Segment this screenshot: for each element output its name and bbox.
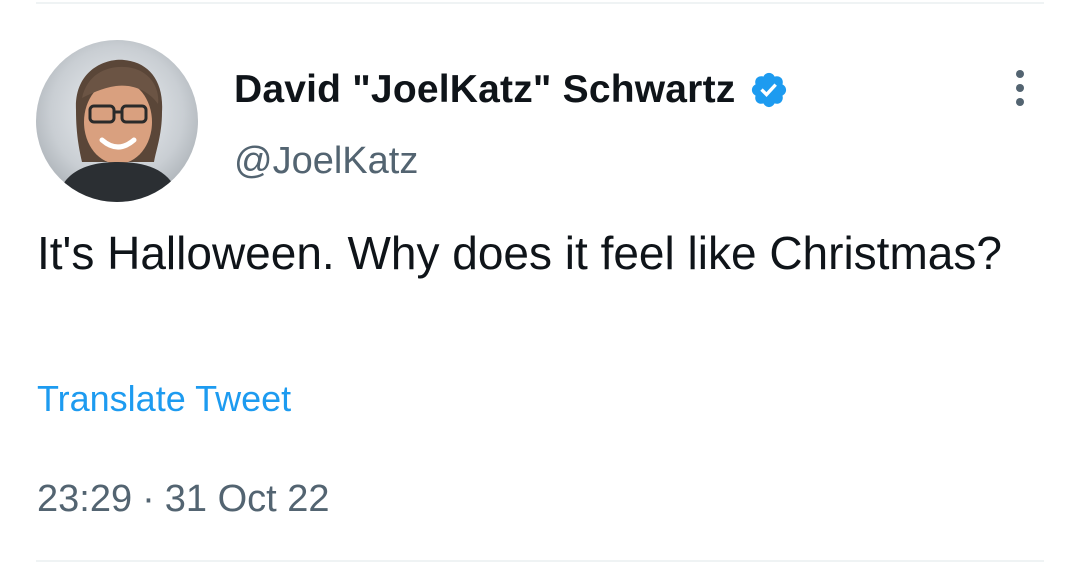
- author-handle[interactable]: @JoelKatz: [234, 140, 789, 183]
- tweet-text: It's Halloween. Why does it feel like Ch…: [37, 227, 1002, 279]
- author-avatar[interactable]: [36, 40, 198, 202]
- author-name-row: David "JoelKatz" Schwartz: [234, 66, 789, 114]
- bottom-divider: [36, 560, 1044, 562]
- top-divider: [36, 2, 1044, 4]
- tweet-header: David "JoelKatz" Schwartz @JoelKatz: [234, 66, 789, 183]
- more-vertical-icon[interactable]: [1006, 66, 1034, 110]
- avatar-portrait-icon: [56, 59, 180, 202]
- tweet-date: 31 Oct 22: [164, 478, 330, 520]
- tweet-timestamp[interactable]: 23:29 · 31 Oct 22: [37, 478, 330, 521]
- translate-tweet-link[interactable]: Translate Tweet: [37, 378, 291, 420]
- author-display-name[interactable]: David "JoelKatz" Schwartz: [234, 68, 735, 112]
- timestamp-separator: ·: [142, 478, 155, 520]
- verified-badge-icon: [752, 72, 787, 108]
- tweet-time: 23:29: [37, 478, 133, 520]
